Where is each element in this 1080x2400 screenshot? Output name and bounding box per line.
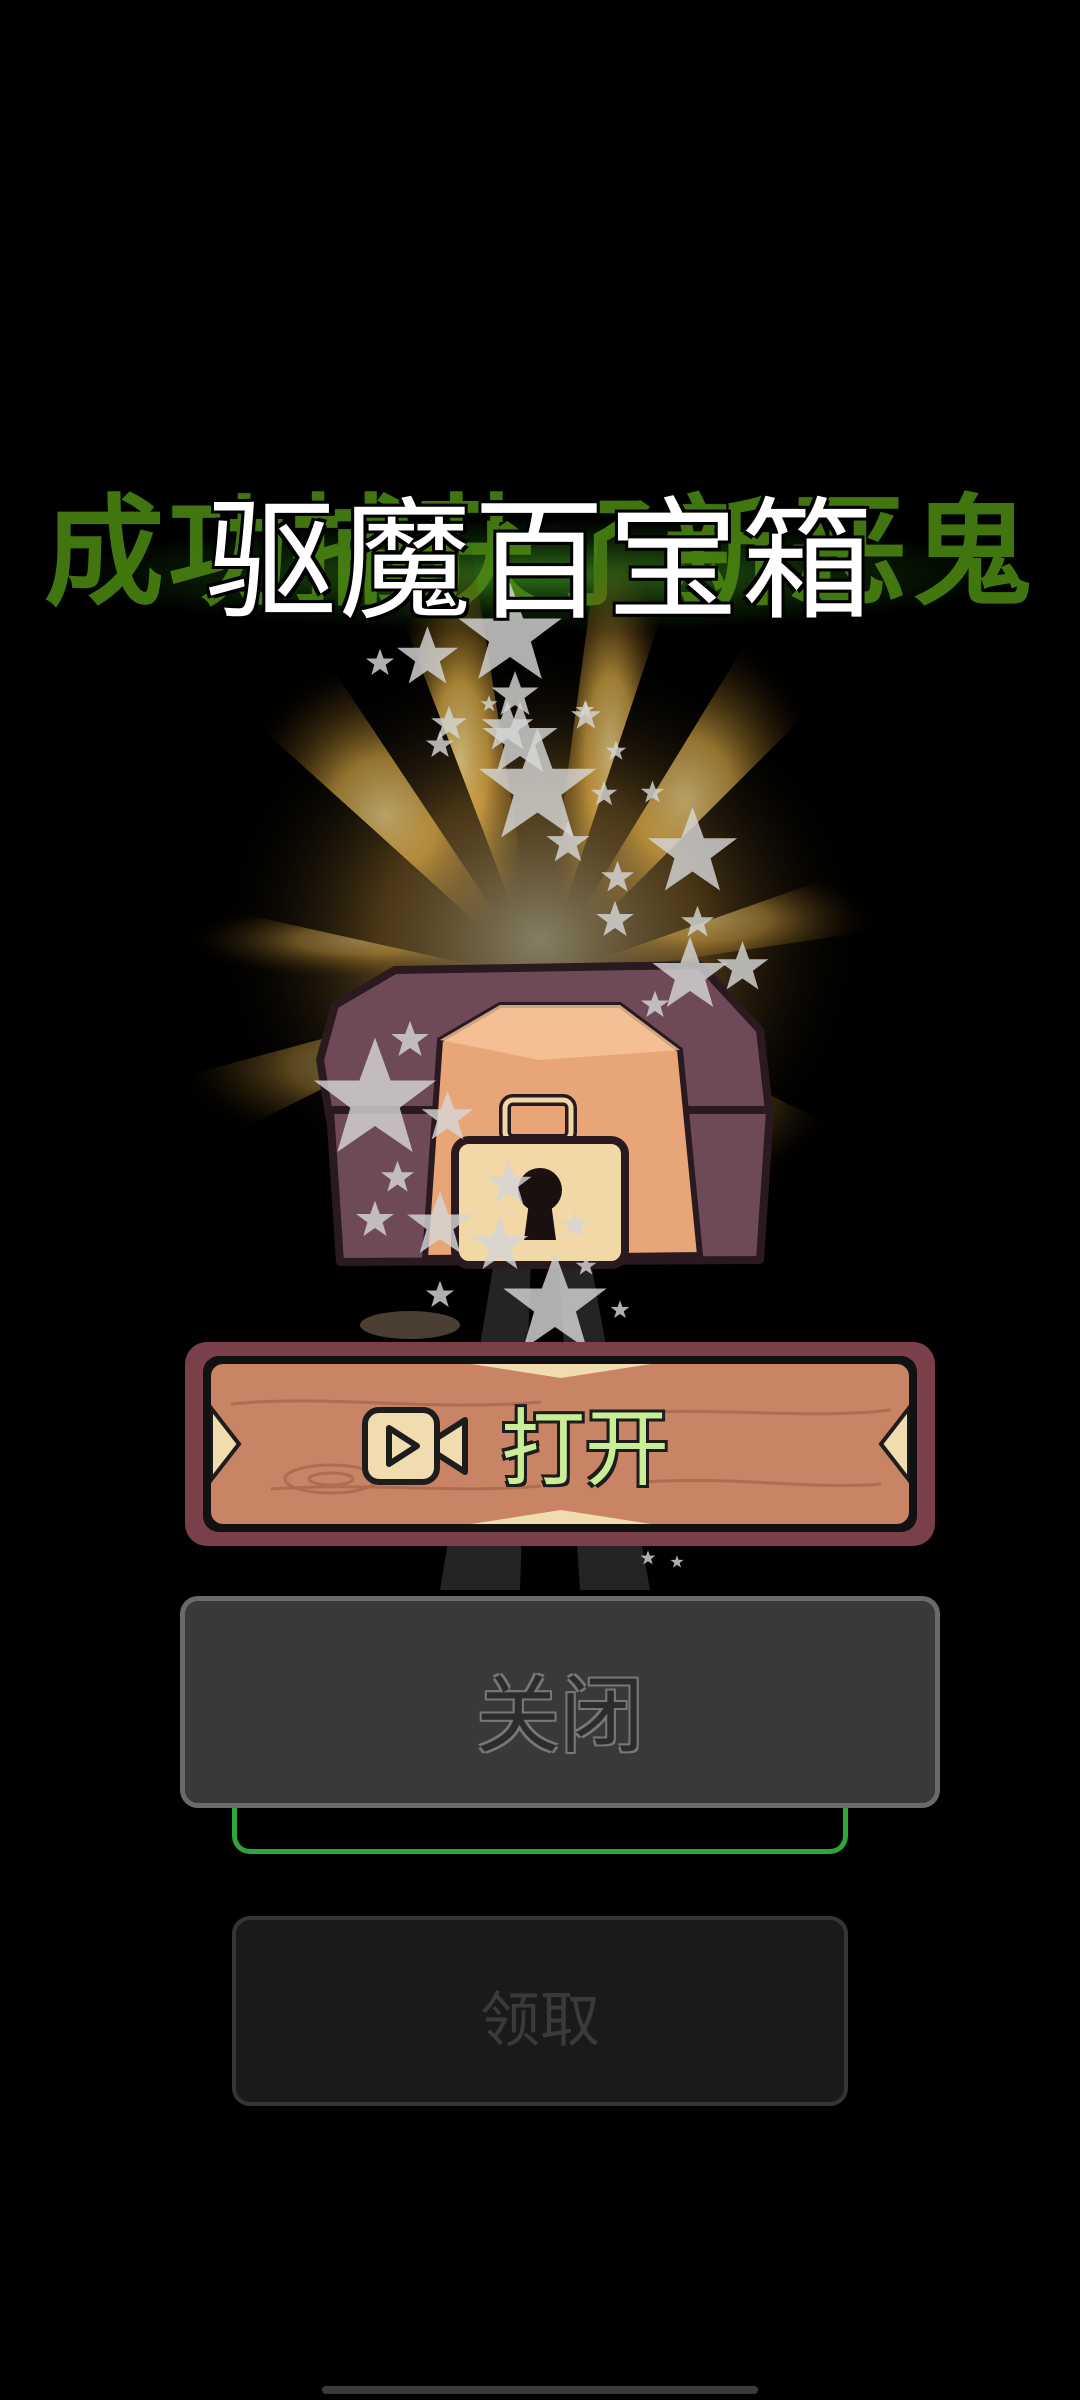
claim-button-label: 领取	[480, 1986, 600, 2056]
open-button[interactable]: 打开	[185, 1342, 935, 1546]
page-title: 驱魔百宝箱	[205, 485, 875, 639]
claim-button[interactable]: 领取	[232, 1916, 848, 2106]
close-button[interactable]: 关闭	[180, 1596, 940, 1808]
close-button-label: 关闭	[475, 1667, 644, 1765]
open-button-label: 打开	[501, 1400, 670, 1498]
home-indicator[interactable]	[322, 2386, 758, 2394]
open-button-wood: 打开	[211, 1364, 909, 1524]
open-button-frame: 打开	[203, 1356, 917, 1532]
video-camera-icon	[362, 1407, 468, 1485]
